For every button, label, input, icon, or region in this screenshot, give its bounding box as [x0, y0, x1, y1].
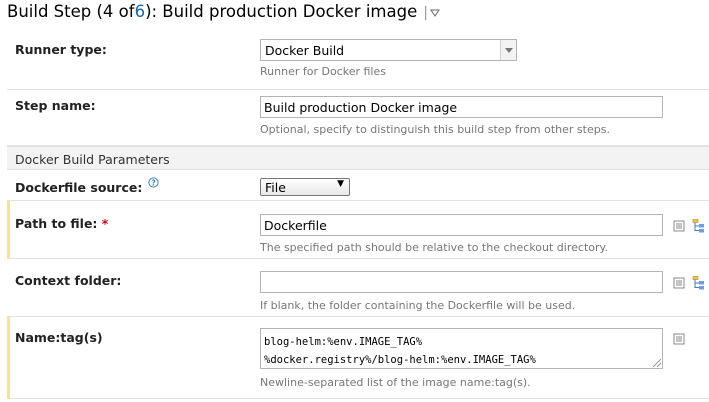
name-tags-textarea[interactable]: blog-helm:%env.IMAGE_TAG% %docker.regist…: [260, 328, 663, 369]
help-icon[interactable]: ?: [148, 177, 159, 188]
title-suffix: ): Build production Docker image: [145, 2, 418, 21]
name-tags-hint: Newline-separated list of the image name…: [260, 376, 531, 389]
dockerfile-source-value: File: [265, 180, 286, 195]
file-tree-icon[interactable]: [692, 219, 705, 233]
title-prefix: Build Step (4 of: [7, 2, 135, 21]
svg-text:?: ?: [151, 178, 155, 187]
file-tree-icon[interactable]: [692, 276, 705, 290]
title-separator: |: [423, 5, 428, 21]
chevron-down-icon[interactable]: [500, 40, 516, 60]
context-folder-label: Context folder:: [15, 273, 122, 288]
context-folder-hint: If blank, the folder containing the Dock…: [260, 299, 576, 312]
page-title: Build Step (4 of 6): Build production Do…: [7, 2, 440, 21]
dockerfile-source-label-wrap: Dockerfile source: ?: [15, 177, 159, 195]
edit-list-icon[interactable]: [673, 277, 685, 289]
total-steps-link[interactable]: 6: [135, 2, 146, 21]
path-to-file-label-wrap: Path to file: *: [15, 216, 108, 231]
edit-list-icon[interactable]: [673, 333, 685, 345]
path-to-file-label: Path to file:: [15, 216, 98, 231]
context-folder-input[interactable]: [260, 271, 663, 293]
name-tag-line: blog-helm:%env.IMAGE_TAG%: [264, 336, 423, 348]
step-name-row: Step name: Build production Docker image…: [7, 90, 709, 146]
path-to-file-row: Path to file: * Dockerfile The specified…: [7, 201, 709, 259]
runner-type-hint: Runner for Docker files: [260, 65, 386, 78]
docker-build-parameters-section: Docker Build Parameters: [7, 146, 709, 170]
dropdown-arrow-icon: ▼: [337, 179, 344, 189]
path-to-file-hint: The specified path should be relative to…: [260, 241, 608, 254]
dockerfile-source-row: Dockerfile source: ? File ▼: [7, 170, 709, 201]
step-name-input[interactable]: Build production Docker image: [260, 96, 663, 118]
context-folder-row: Context folder: If blank, the folder con…: [7, 259, 709, 317]
name-tags-row: Name:tag(s) blog-helm:%env.IMAGE_TAG% %d…: [7, 317, 709, 399]
dockerfile-source-select[interactable]: File ▼: [260, 178, 350, 196]
path-to-file-input[interactable]: Dockerfile: [260, 214, 663, 236]
name-tag-line: %docker.registry%/blog-helm:%env.IMAGE_T…: [264, 354, 536, 366]
runner-type-label: Runner type:: [15, 42, 107, 57]
runner-type-select[interactable]: Docker Build: [260, 39, 517, 61]
edit-list-icon[interactable]: [673, 220, 685, 232]
dockerfile-source-label: Dockerfile source:: [15, 180, 143, 195]
step-menu-dropdown-icon[interactable]: [430, 3, 440, 17]
runner-type-value: Docker Build: [265, 43, 345, 58]
resize-grip-icon[interactable]: [653, 359, 661, 367]
required-marker: *: [101, 216, 109, 231]
step-name-label: Step name:: [15, 98, 96, 113]
step-name-hint: Optional, specify to distinguish this bu…: [260, 123, 610, 136]
runner-type-row: Runner type: Docker Build Runner for Doc…: [7, 35, 709, 90]
name-tags-label: Name:tag(s): [15, 330, 103, 345]
